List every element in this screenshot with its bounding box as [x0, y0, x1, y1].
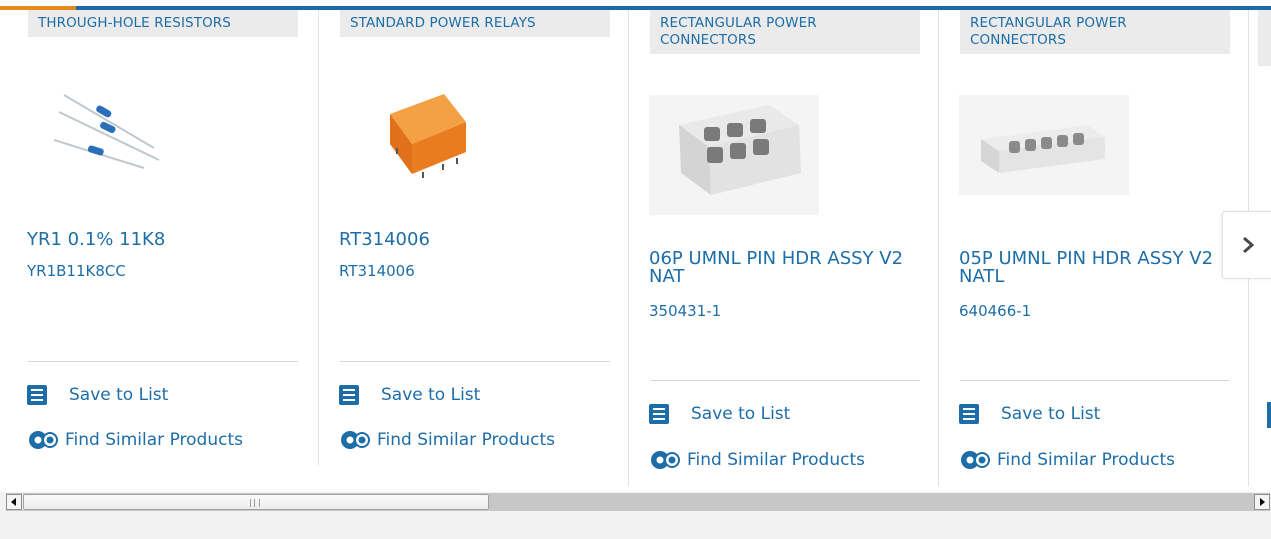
gears-icon — [651, 451, 680, 469]
save-to-list-label: Save to List — [1001, 404, 1101, 424]
product-title[interactable]: 06P UMNL PIN HDR ASSY V2 NAT — [649, 250, 932, 286]
carousel-next-button[interactable] — [1222, 211, 1271, 279]
scroll-left-button[interactable] — [6, 494, 22, 510]
checklist-icon — [649, 404, 669, 424]
product-category[interactable]: THROUGH-HOLE RESISTORS — [28, 10, 298, 37]
find-similar-label: Find Similar Products — [997, 450, 1175, 470]
gears-icon — [341, 431, 370, 449]
save-to-list-button[interactable]: Save to List — [649, 404, 790, 424]
find-similar-label: Find Similar Products — [687, 450, 865, 470]
product-title[interactable]: 05P UMNL PIN HDR ASSY V2 NATL — [959, 250, 1242, 286]
save-to-list-label: Save to List — [381, 385, 481, 405]
horizontal-scrollbar[interactable] — [6, 493, 1270, 511]
product-card: STANDARD POWER RELAYS RT314006 RT314006 … — [312, 10, 622, 470]
divider — [650, 380, 920, 381]
part-number[interactable]: RT314006 — [339, 262, 415, 280]
find-similar-label: Find Similar Products — [65, 430, 243, 450]
scrollbar-thumb[interactable] — [23, 494, 489, 510]
product-carousel: THROUGH-HOLE RESISTORS YR1 0.1% 11K8 YR1… — [0, 0, 1271, 492]
save-to-list-label: Save to List — [691, 404, 791, 424]
product-card: RECTANGULAR POWER CONNECTORS 06P UMNL PI… — [622, 10, 932, 490]
product-category[interactable]: RECTANGULAR POWER CONNECTORS — [960, 10, 1230, 54]
product-title[interactable]: YR1 0.1% 11K8 — [27, 231, 165, 249]
divider — [340, 361, 610, 362]
save-to-list-label: Save to List — [69, 385, 169, 405]
find-similar-button[interactable]: Find Similar Products — [27, 428, 243, 452]
next-card-category-peek — [1258, 10, 1271, 66]
product-category[interactable]: STANDARD POWER RELAYS — [340, 10, 610, 37]
part-number[interactable]: 640466-1 — [959, 302, 1031, 320]
gears-icon — [29, 431, 58, 449]
arrow-left-icon — [11, 498, 16, 506]
product-card: THROUGH-HOLE RESISTORS YR1 0.1% 11K8 YR1… — [0, 10, 310, 470]
find-similar-button[interactable]: Find Similar Products — [649, 448, 865, 472]
chevron-right-icon — [1242, 236, 1254, 254]
part-number[interactable]: 350431-1 — [649, 302, 721, 320]
checklist-icon — [339, 385, 359, 405]
divider — [960, 380, 1230, 381]
connector-5pin-image[interactable] — [959, 95, 1129, 199]
product-category[interactable]: RECTANGULAR POWER CONNECTORS — [650, 10, 920, 54]
resistors-image[interactable] — [53, 90, 164, 174]
product-title[interactable]: RT314006 — [339, 231, 430, 249]
grip-icon — [250, 499, 260, 507]
scroll-right-button[interactable] — [1254, 494, 1270, 510]
divider — [28, 361, 298, 362]
relay-image[interactable] — [382, 92, 472, 184]
scrollbar-track[interactable] — [489, 494, 1254, 510]
checklist-icon — [27, 385, 47, 405]
save-to-list-button[interactable]: Save to List — [339, 385, 480, 405]
gears-icon — [961, 451, 990, 469]
arrow-right-icon — [1260, 498, 1265, 506]
connector-6pin-image[interactable] — [649, 95, 819, 219]
product-card: RECTANGULAR POWER CONNECTORS 05P UMNL PI… — [932, 10, 1242, 490]
save-to-list-button[interactable]: Save to List — [959, 404, 1100, 424]
find-similar-label: Find Similar Products — [377, 430, 555, 450]
find-similar-button[interactable]: Find Similar Products — [959, 448, 1175, 472]
part-number[interactable]: YR1B11K8CC — [27, 262, 126, 280]
next-card-save-icon-peek — [1267, 402, 1271, 428]
find-similar-button[interactable]: Find Similar Products — [339, 428, 555, 452]
checklist-icon — [959, 404, 979, 424]
save-to-list-button[interactable]: Save to List — [27, 385, 168, 405]
